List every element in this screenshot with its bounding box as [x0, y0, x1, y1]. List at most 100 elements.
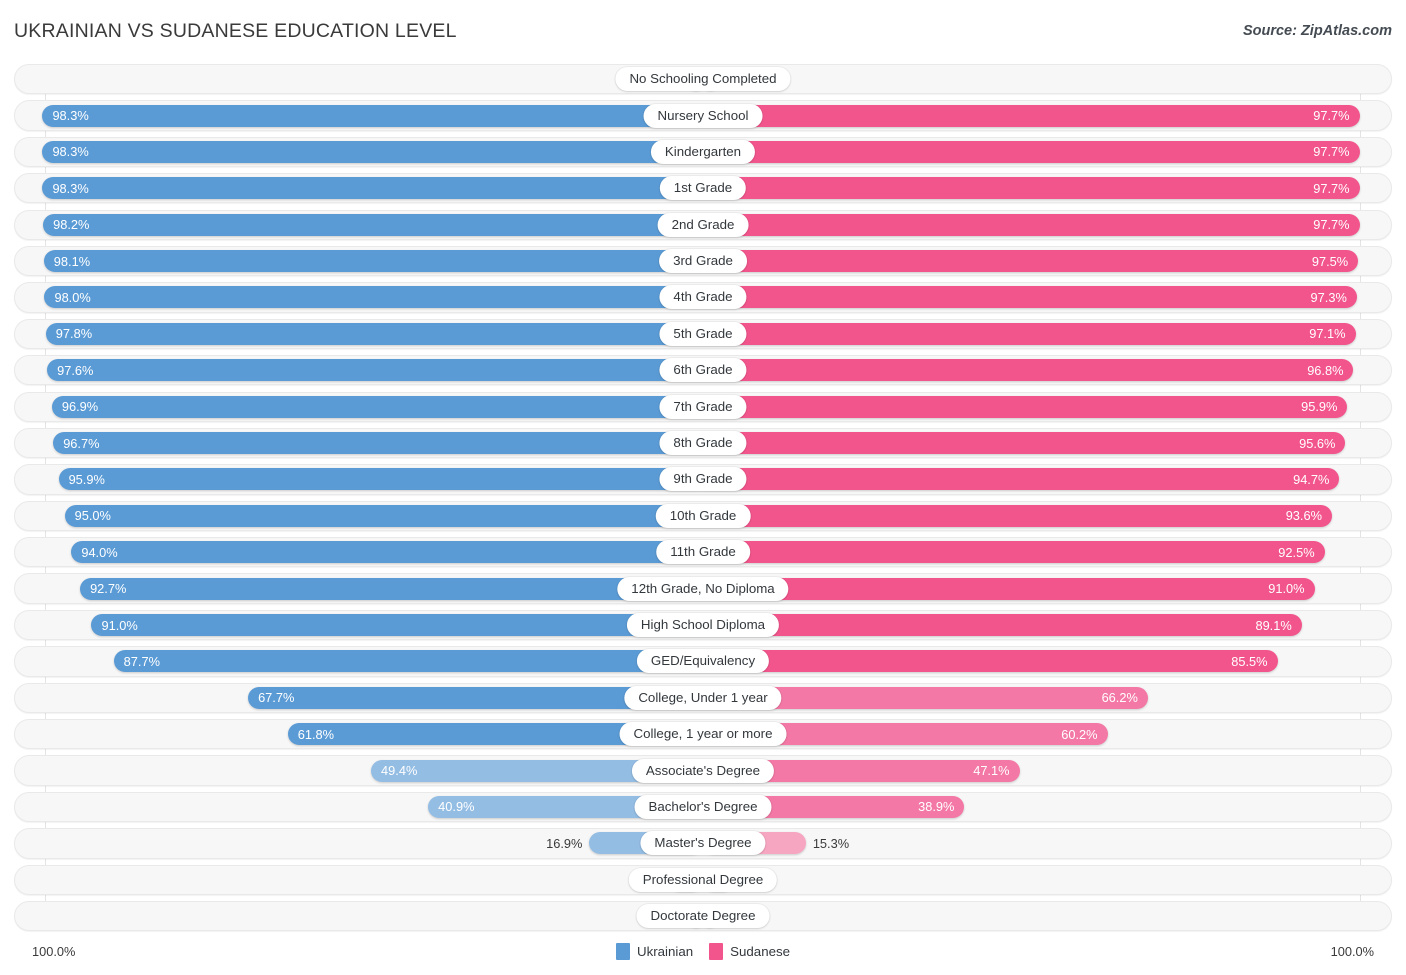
sudanese-bar: 95.6% [703, 432, 1346, 455]
sudanese-half: 93.6% [703, 501, 1392, 531]
sudanese-value-label: 94.7% [1293, 471, 1330, 487]
chart-legend: Ukrainian Sudanese [14, 943, 1392, 960]
sudanese-half: 96.8% [703, 355, 1392, 385]
ukrainian-value-label: 40.9% [438, 799, 475, 815]
sudanese-bar: 97.7% [703, 140, 1360, 163]
sudanese-half: 97.1% [703, 319, 1392, 349]
category-label: 1st Grade [659, 176, 747, 201]
sudanese-half: 92.5% [703, 537, 1392, 567]
chart-row: 2.1%2.1%Doctorate Degree [14, 900, 1392, 932]
ukrainian-half: 5.1% [14, 865, 703, 895]
chart-row: 96.9% 95.9% 7th Grade [14, 391, 1392, 422]
category-label: GED/Equivalency [636, 649, 770, 674]
chart-row: 98.3% 97.7% Nursery School [14, 100, 1392, 131]
chart-row: 95.9% 94.7% 9th Grade [14, 464, 1392, 495]
sudanese-value-label: 89.1% [1255, 617, 1292, 633]
chart-row: 98.3% 97.7% Kindergarten [14, 136, 1392, 168]
sudanese-bar: 97.7% [703, 104, 1360, 127]
sudanese-value-label: 47.1% [973, 763, 1010, 779]
sudanese-half: 97.3% [703, 282, 1392, 312]
ukrainian-bar: 97.8% [45, 322, 703, 345]
page-header: Ukrainian vs Sudanese Education Level So… [0, 0, 1406, 60]
sudanese-half: 38.9% [703, 792, 1392, 822]
legend-swatch-icon [615, 943, 630, 960]
sudanese-half: 95.9% [703, 392, 1392, 422]
ukrainian-value-label: 96.7% [63, 435, 100, 451]
ukrainian-half: 98.3% [14, 100, 703, 130]
legend-label: Ukrainian [636, 944, 694, 959]
ukrainian-half: 98.0% [14, 282, 703, 312]
sudanese-half: 97.7% [703, 137, 1392, 167]
ukrainian-half: 96.7% [14, 428, 703, 458]
chart-row: 67.7% 66.2% College, Under 1 year [14, 682, 1392, 713]
category-label: 8th Grade [659, 431, 747, 456]
ukrainian-half: 40.9% [14, 792, 703, 822]
ukrainian-bar: 87.7% [113, 650, 703, 673]
sudanese-half: 89.1% [703, 610, 1392, 640]
sudanese-half: 97.5% [703, 246, 1392, 276]
sudanese-value-label: 97.7% [1313, 180, 1350, 196]
sudanese-bar: 96.8% [703, 359, 1354, 382]
ukrainian-half: 94.0% [14, 537, 703, 567]
sudanese-half: 97.7% [703, 210, 1392, 240]
ukrainian-value-label: 61.8% [297, 726, 335, 742]
ukrainian-value-label: 95.0% [74, 508, 111, 524]
sudanese-bar: 94.7% [703, 468, 1340, 491]
ukrainian-value-label: 97.8% [55, 326, 93, 342]
sudanese-bar: 92.5% [703, 541, 1325, 564]
ukrainian-value-label: 16.9% [546, 835, 583, 851]
ukrainian-half: 16.9% [14, 828, 703, 858]
sudanese-value-label: 93.6% [1285, 508, 1322, 524]
sudanese-value-label: 97.7% [1313, 108, 1350, 124]
ukrainian-half: 98.2% [14, 210, 703, 240]
sudanese-value-label: 66.2% [1101, 690, 1138, 706]
sudanese-bar: 91.0% [703, 577, 1315, 600]
category-label: 2nd Grade [657, 212, 749, 237]
ukrainian-bar: 95.9% [58, 468, 703, 491]
chart-row: 96.7% 95.6% 8th Grade [14, 427, 1392, 459]
sudanese-half: 66.2% [703, 683, 1392, 713]
ukrainian-half: 1.8% [14, 64, 703, 94]
ukrainian-half: 98.3% [14, 137, 703, 167]
category-label: Nursery School [643, 103, 763, 128]
sudanese-value-label: 97.5% [1311, 253, 1349, 269]
sudanese-bar: 93.6% [703, 504, 1332, 527]
sudanese-value-label: 97.1% [1309, 326, 1346, 342]
chart-row: 61.8% 60.2% College, 1 year or more [14, 719, 1392, 750]
sudanese-half: 4.6% [703, 865, 1392, 895]
legend-item: Sudanese [709, 943, 790, 960]
chart-footer: 100.0% 100.0% Ukrainian Sudanese [14, 937, 1392, 969]
chart-row: 97.6% 96.8% 6th Grade [14, 355, 1392, 386]
chart-row: 91.0% 89.1% High School Diploma [14, 609, 1392, 641]
ukrainian-half: 61.8% [14, 719, 703, 749]
ukrainian-value-label: 98.3% [52, 180, 89, 196]
ukrainian-half: 2.1% [14, 901, 703, 931]
ukrainian-value-label: 98.1% [53, 253, 91, 269]
sudanese-value-label: 95.9% [1301, 399, 1338, 415]
sudanese-value-label: 92.5% [1278, 544, 1315, 560]
sudanese-value-label: 95.6% [1299, 435, 1336, 451]
ukrainian-bar: 94.0% [71, 541, 703, 564]
sudanese-value-label: 91.0% [1268, 581, 1305, 597]
chart-row: 98.3% 97.7% 1st Grade [14, 173, 1392, 204]
ukrainian-bar: 98.0% [44, 286, 703, 309]
page-title: Ukrainian vs Sudanese Education Level [14, 20, 457, 42]
sudanese-bar: 97.7% [703, 177, 1360, 200]
category-label: Master's Degree [640, 831, 766, 856]
legend-swatch-icon [709, 943, 724, 960]
category-label: 6th Grade [659, 358, 747, 383]
ukrainian-half: 95.9% [14, 464, 703, 494]
category-label: High School Diploma [626, 613, 780, 637]
legend-item: Ukrainian [615, 943, 694, 960]
sudanese-bar: 95.9% [703, 395, 1348, 418]
chart-row: 87.7% 85.5% GED/Equivalency [14, 646, 1392, 677]
sudanese-bar: 97.5% [703, 250, 1359, 273]
category-label: Kindergarten [650, 139, 756, 164]
sudanese-half: 2.1% [703, 901, 1392, 931]
sudanese-bar: 97.3% [703, 286, 1357, 309]
ukrainian-value-label: 98.2% [53, 217, 90, 233]
chart-row: 92.7% 91.0% 12th Grade, No Diploma [14, 573, 1392, 604]
ukrainian-value-label: 97.6% [57, 362, 94, 378]
ukrainian-value-label: 87.7% [123, 653, 160, 669]
chart-row: 97.8% 97.1% 5th Grade [14, 318, 1392, 350]
